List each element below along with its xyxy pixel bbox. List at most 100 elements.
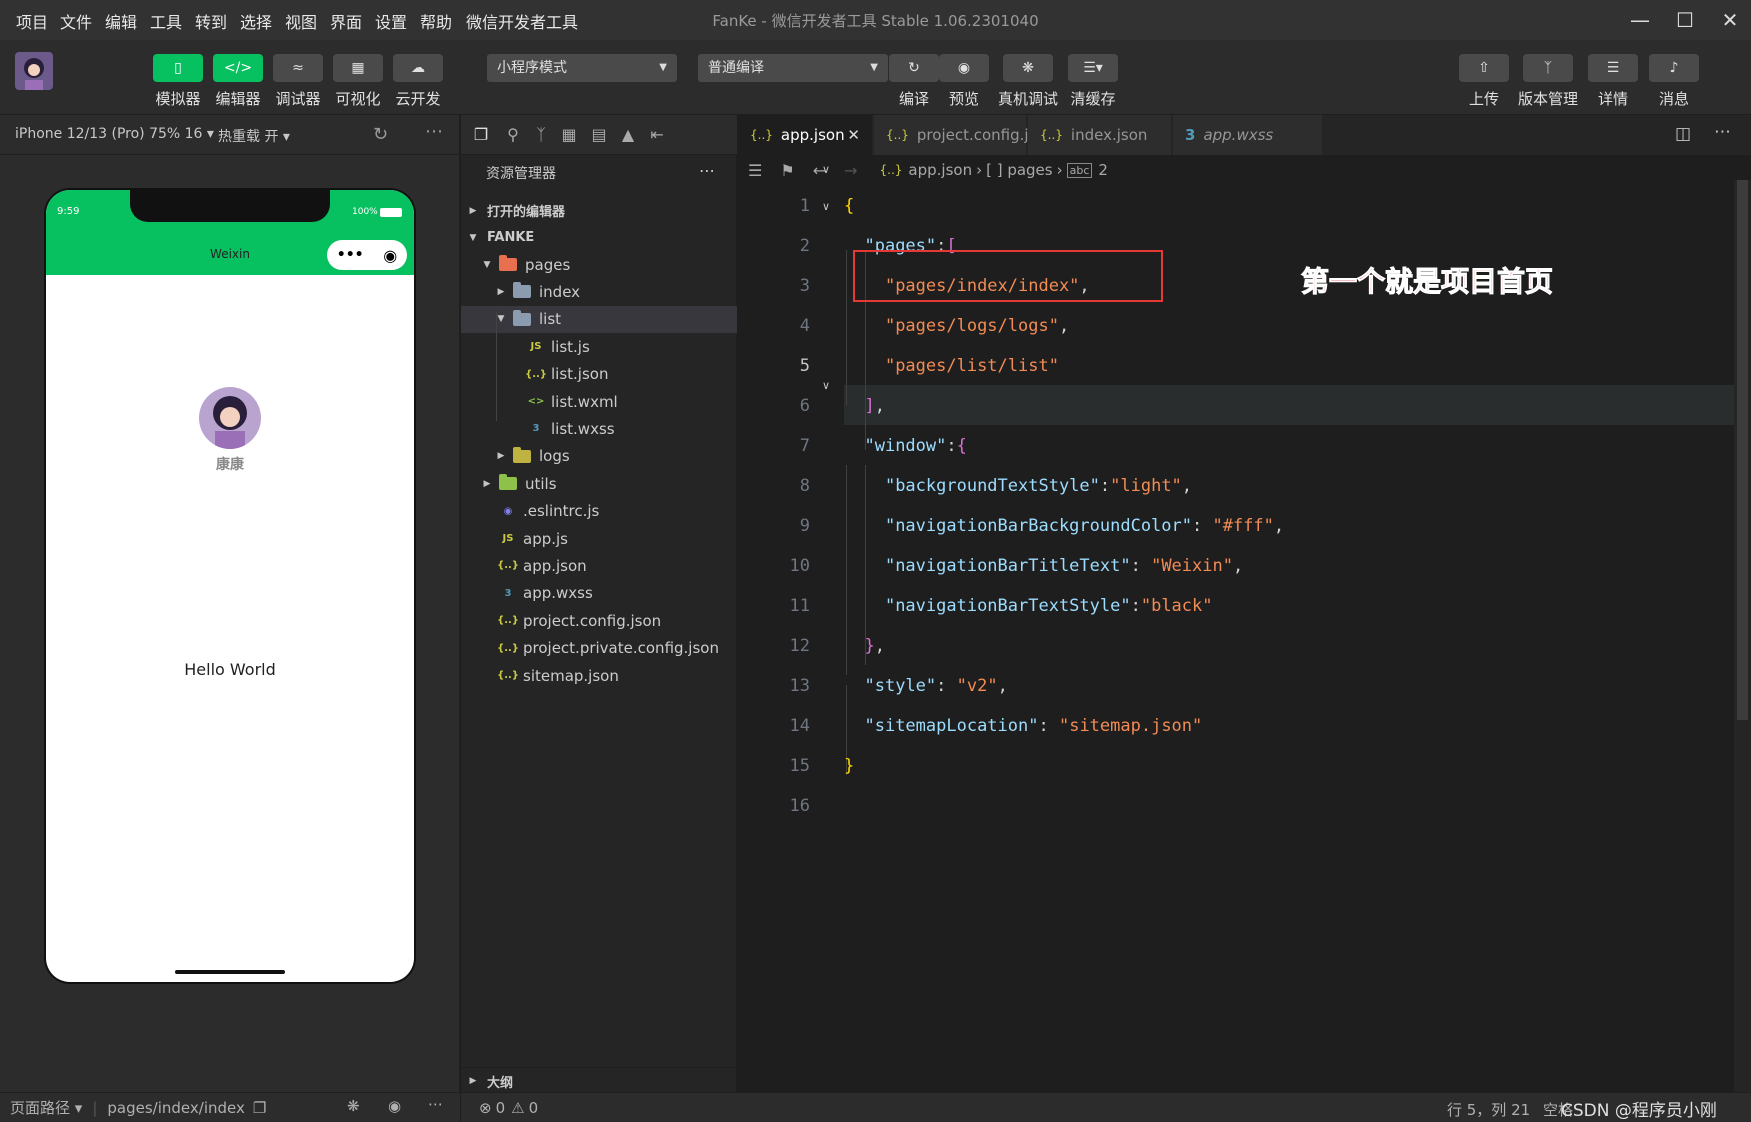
list-icon[interactable]: ☰ (748, 161, 762, 180)
code-line: "navigationBarTitleText": "Weixin", (844, 556, 1243, 576)
breadcrumb-index[interactable]: 2 (1098, 161, 1108, 179)
json-file-icon: {..} (750, 128, 773, 142)
extensions-icon[interactable]: ▦ (559, 125, 579, 145)
compile-select[interactable]: 普通编译 ▼ (698, 54, 888, 82)
remote-debug-button[interactable]: ❋ (1003, 54, 1053, 82)
forward-arrow-icon[interactable]: → (844, 161, 857, 180)
scrollbar-track[interactable] (1734, 180, 1751, 1092)
tree-item[interactable]: {..} sitemap.json (461, 662, 737, 689)
warning-icon[interactable]: ⚠ (511, 1099, 524, 1117)
menu-project[interactable]: 项目 (16, 9, 48, 33)
eye-icon[interactable]: ◉ (388, 1097, 401, 1115)
menu-file[interactable]: 文件 (60, 9, 92, 33)
simulator-button[interactable]: ▯ (153, 54, 203, 82)
fold-chevron-icon[interactable]: ∨ (822, 163, 830, 176)
editor-button[interactable]: </> (213, 54, 263, 82)
tree-item[interactable]: <> list.wxml (461, 388, 737, 415)
docker-icon[interactable]: ▲ (618, 125, 638, 145)
page-path-select[interactable]: 页面路径 ▾ (10, 1097, 82, 1118)
error-count[interactable]: 0 (496, 1099, 506, 1117)
collapse-panel-icon[interactable]: ⇤ (647, 125, 667, 145)
breadcrumb-pages[interactable]: [ ] pages (986, 161, 1053, 179)
breadcrumb-file[interactable]: app.json (908, 161, 972, 179)
storage-icon[interactable]: ▤ (589, 125, 609, 145)
close-icon[interactable]: ✕ (1715, 6, 1745, 34)
menu-help[interactable]: 帮助 (420, 9, 452, 33)
outline-section[interactable]: ▶ 大纲 (461, 1067, 737, 1094)
preview-button[interactable]: ◉ (939, 54, 989, 82)
fold-chevron-icon[interactable]: ∨ (822, 379, 830, 392)
upload-button[interactable]: ⇧ (1459, 54, 1509, 82)
warning-count[interactable]: 0 (529, 1099, 539, 1117)
close-circle-icon[interactable]: ◉ (383, 246, 397, 265)
tree-item[interactable]: ▼ pages (461, 251, 737, 278)
split-editor-icon[interactable]: ◫ (1675, 124, 1691, 144)
details-button[interactable]: ☰ (1588, 54, 1638, 82)
visual-button[interactable]: ▦ (333, 54, 383, 82)
bug-icon[interactable]: ❋ (347, 1097, 360, 1115)
tree-item[interactable]: ▶ utils (461, 470, 737, 497)
minimize-icon[interactable]: — (1625, 6, 1655, 34)
tree-item[interactable]: ◉ .eslintrc.js (461, 498, 737, 525)
menu-tools[interactable]: 工具 (150, 9, 182, 33)
capsule-menu[interactable]: ••• ◉ (327, 240, 407, 270)
tree-item[interactable]: JS app.js (461, 525, 737, 552)
tree-item[interactable]: 3 app.wxss (461, 580, 737, 607)
version-button[interactable]: ᛉ (1523, 54, 1573, 82)
bookmark-icon[interactable]: ⚑ (780, 161, 794, 180)
hot-reload-toggle[interactable]: 热重载 开 ▾ (218, 126, 290, 146)
tree-item[interactable]: 3 list.wxss (461, 415, 737, 442)
error-icon[interactable]: ⊗ (479, 1099, 492, 1117)
user-avatar[interactable] (15, 52, 53, 90)
tree-item[interactable]: JS list.js (461, 333, 737, 360)
compile-button[interactable]: ↻ (889, 54, 939, 82)
menu-devtools[interactable]: 微信开发者工具 (466, 9, 578, 33)
fold-chevron-icon[interactable]: ∨ (822, 200, 830, 213)
menu-settings[interactable]: 设置 (375, 9, 407, 33)
rotate-icon[interactable]: ↻ (373, 124, 388, 145)
close-icon[interactable]: ✕ (847, 126, 860, 144)
tree-item[interactable]: {..} list.json (461, 361, 737, 388)
folder-icon (513, 282, 531, 299)
messages-button[interactable]: ♪ (1649, 54, 1699, 82)
tree-item[interactable]: {..} project.config.json (461, 607, 737, 634)
tree-item[interactable]: {..} project.private.config.json (461, 635, 737, 662)
tree-item[interactable]: ▼ list (461, 305, 737, 333)
more-icon[interactable]: ⋯ (699, 161, 715, 180)
editor-tab[interactable]: 3 app.wxss (1173, 115, 1323, 155)
open-editors-section[interactable]: ▶ 打开的编辑器 (461, 197, 737, 224)
code-token: "sitemap.json" (1058, 716, 1203, 736)
source-control-icon[interactable]: ᛉ (531, 125, 551, 145)
scrollbar-thumb[interactable] (1737, 180, 1748, 720)
copy-icon[interactable]: ❐ (253, 1099, 266, 1117)
tree-item[interactable]: {..} app.json (461, 552, 737, 579)
json-file-icon: {..} (497, 670, 519, 681)
more-dots-icon[interactable]: ••• (337, 247, 364, 263)
menu-view[interactable]: 视图 (285, 9, 317, 33)
layers-icon: ☰▾ (1083, 60, 1103, 76)
tree-item[interactable]: ▶ logs (461, 443, 737, 470)
editor-tab[interactable]: {..} project.config.json (874, 115, 1055, 155)
menu-edit[interactable]: 编辑 (105, 9, 137, 33)
mode-select[interactable]: 小程序模式 ▼ (487, 54, 677, 82)
search-icon[interactable]: ⚲ (503, 125, 523, 145)
project-section[interactable]: ▼ FANKE (461, 224, 737, 251)
cloud-button[interactable]: ☁ (393, 54, 443, 82)
tree-item[interactable]: ▶ index (461, 278, 737, 305)
editor-tab[interactable]: {..} index.json (1028, 115, 1172, 155)
editor-tab[interactable]: {..} app.json ✕ (738, 115, 873, 155)
more-icon[interactable]: ⋯ (425, 121, 443, 142)
json-file-icon: {..} (886, 128, 909, 142)
debugger-button[interactable]: ≈ (273, 54, 323, 82)
more-icon[interactable]: ⋯ (1714, 122, 1731, 142)
menu-select[interactable]: 选择 (240, 9, 272, 33)
maximize-icon[interactable]: ☐ (1670, 6, 1700, 34)
more-icon[interactable]: ⋯ (428, 1095, 443, 1113)
chevron-right-icon: ▶ (497, 451, 505, 462)
device-select[interactable]: iPhone 12/13 (Pro) 75% 16 ▾ (15, 126, 214, 142)
menu-goto[interactable]: 转到 (195, 9, 227, 33)
menu-interface[interactable]: 界面 (330, 9, 362, 33)
files-icon[interactable]: ❐ (471, 125, 491, 145)
cursor-position[interactable]: 行 5，列 21 (1447, 1099, 1530, 1120)
clear-cache-button[interactable]: ☰▾ (1068, 54, 1118, 82)
